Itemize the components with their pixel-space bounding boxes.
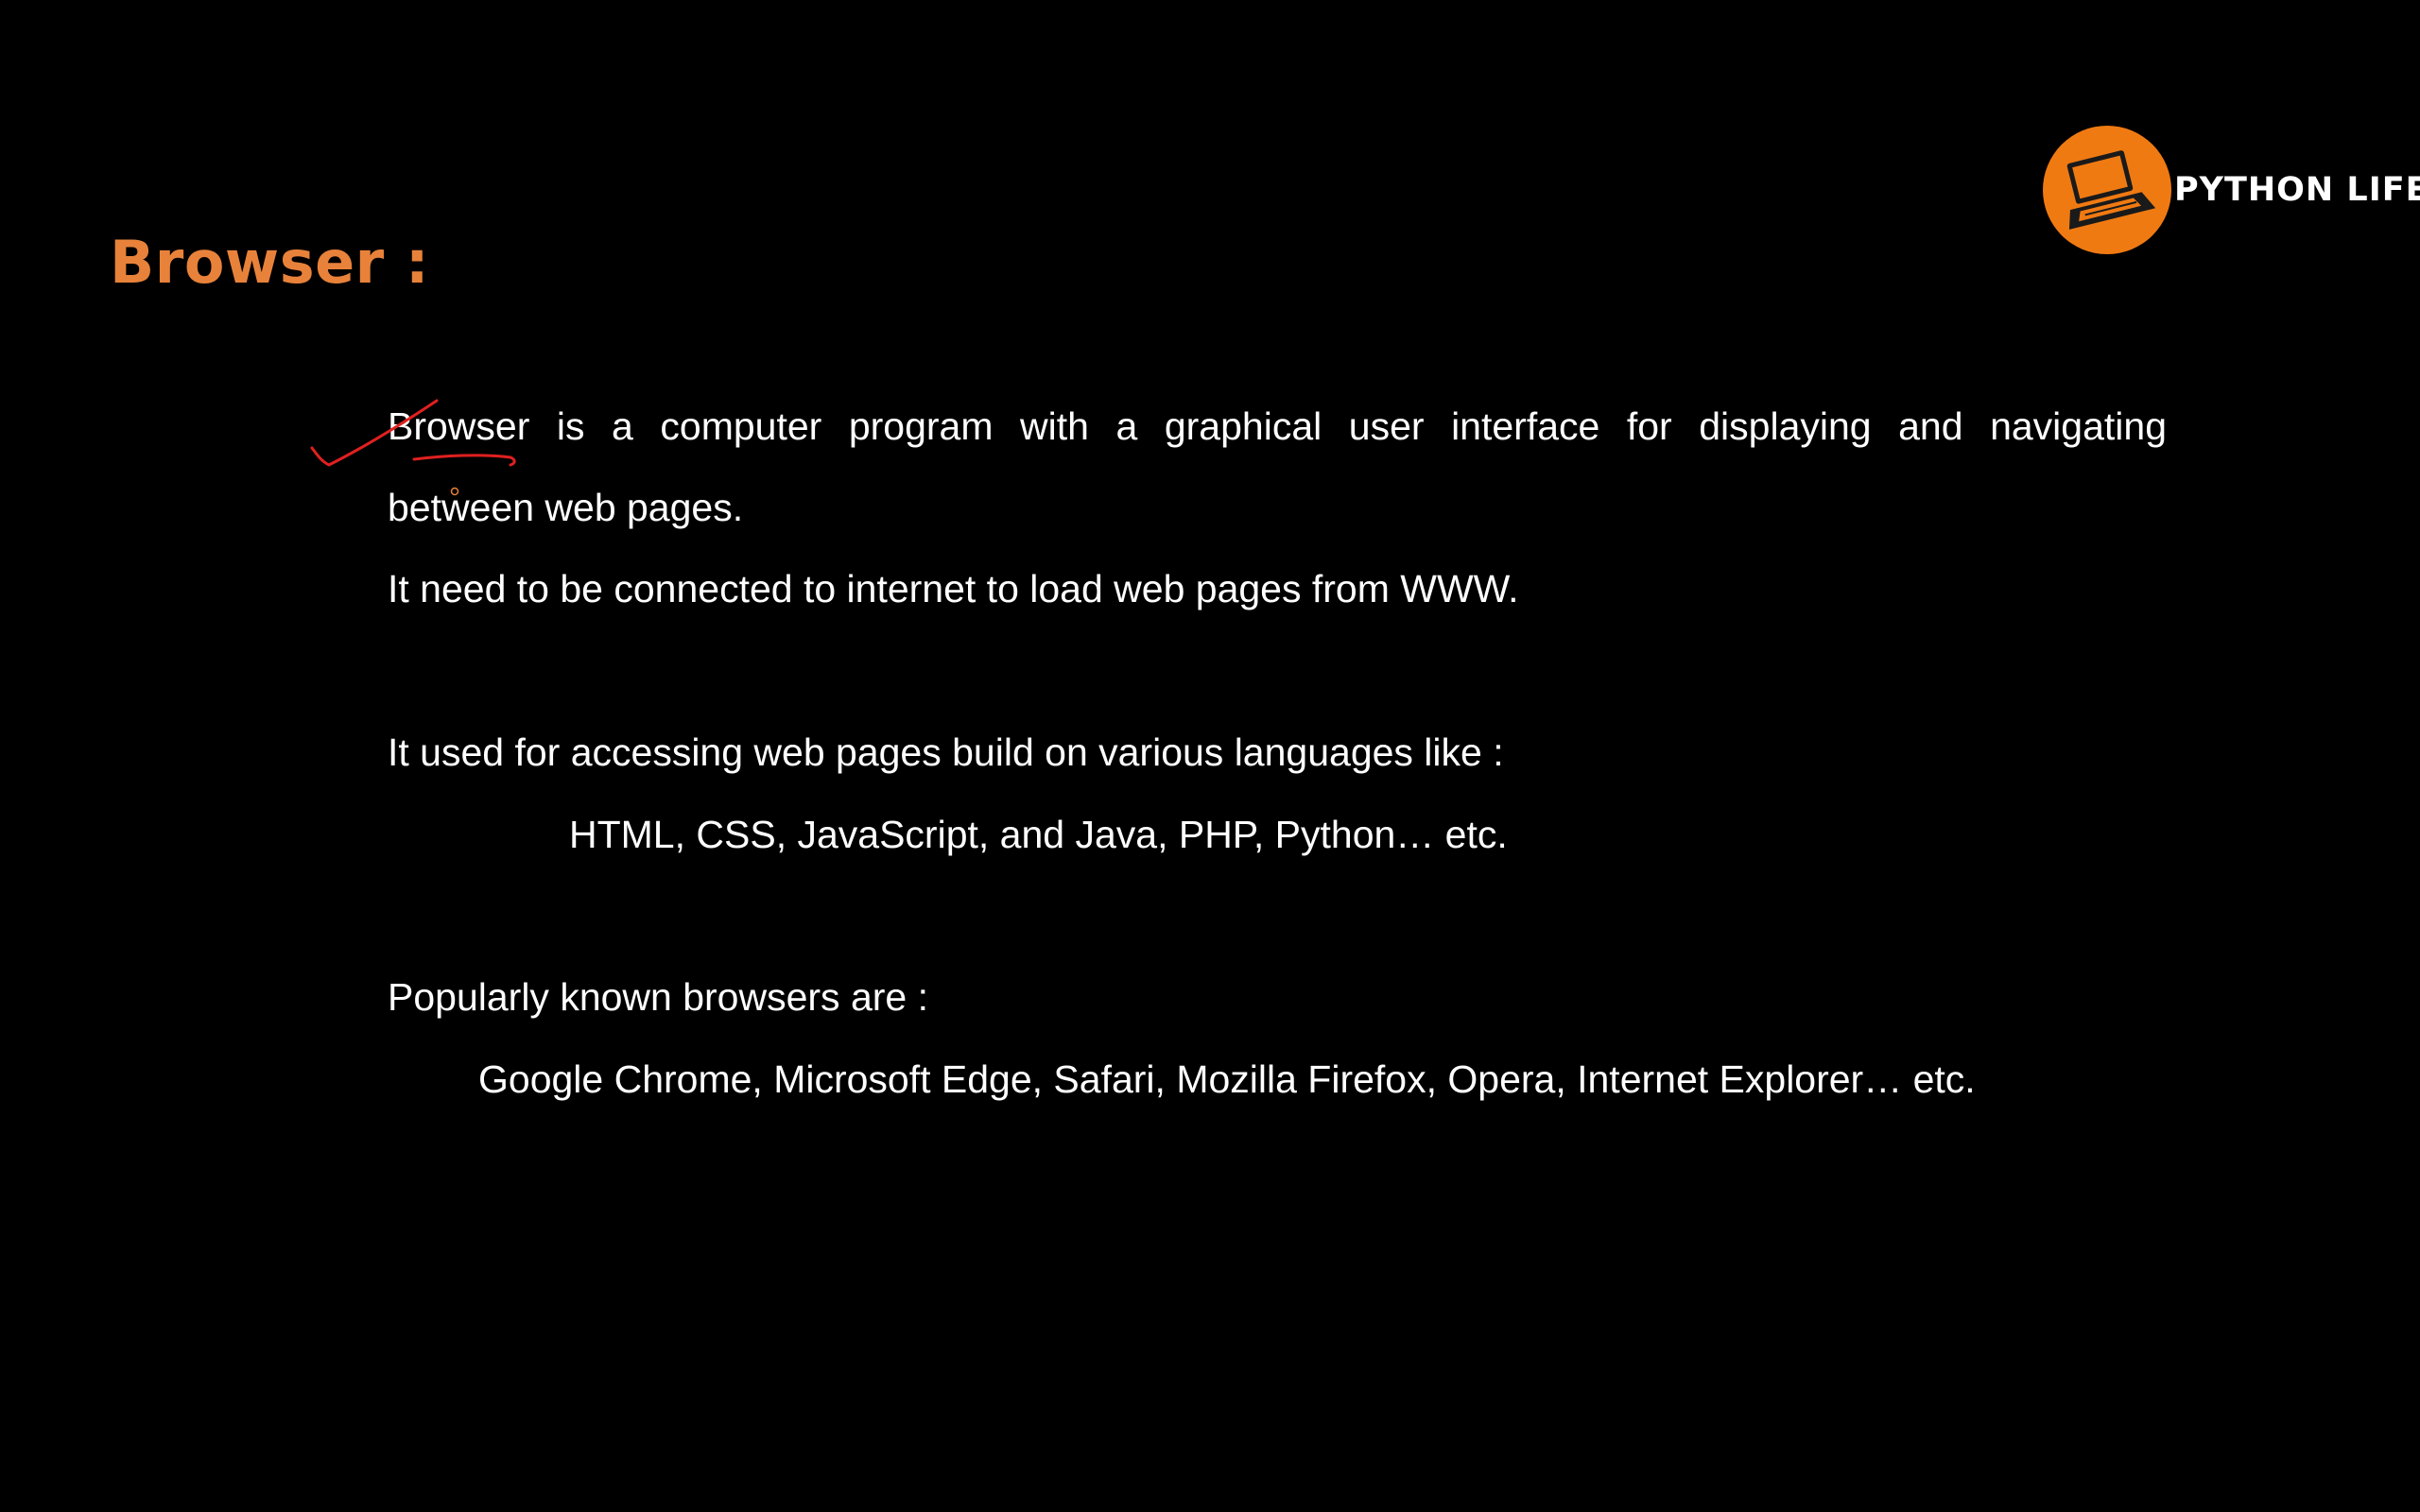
logo-text: PYTHON LIFE (2174, 171, 2420, 209)
internet-requirement-text: It need to be connected to internet to l… (388, 567, 1519, 610)
languages-list-text: HTML, CSS, JavaScript, and Java, PHP, Py… (569, 813, 1508, 856)
underline-annotation (412, 454, 516, 467)
definition-line-1: Browser is a computer program with a gra… (388, 404, 2167, 448)
python-life-logo: PYTHON LIFE (2042, 125, 2420, 257)
languages-intro-text: It used for accessing web pages build on… (388, 730, 1504, 774)
browsers-list-text: Google Chrome, Microsoft Edge, Safari, M… (478, 1057, 1976, 1101)
slide: Browser : PYTHON LIFE Browser is a compu… (0, 0, 2420, 1512)
definition-line-2: between web pages. (388, 486, 744, 529)
browsers-intro-text: Popularly known browsers are : (388, 975, 928, 1019)
laptop-icon (2042, 125, 2172, 255)
slide-title: Browser : (110, 228, 430, 297)
